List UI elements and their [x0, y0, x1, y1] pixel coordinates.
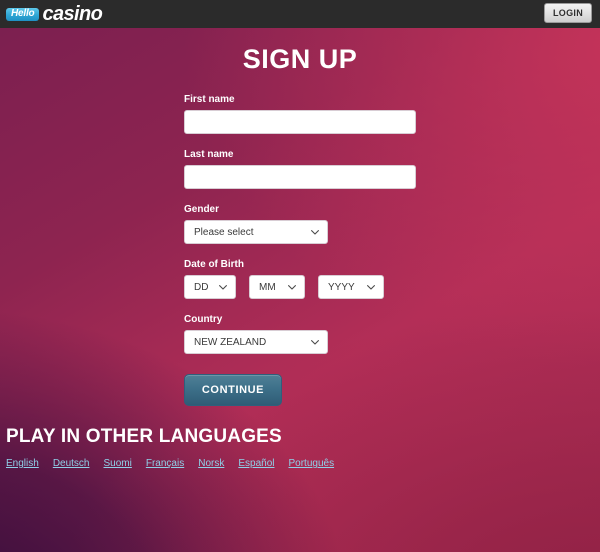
dob-year-select[interactable]: YYYY — [318, 275, 384, 299]
main-content: SIGN UP First name Last name Gender Plea… — [0, 28, 600, 406]
chevron-down-icon — [219, 285, 227, 290]
language-link-english[interactable]: English — [6, 458, 39, 469]
country-label: Country — [184, 314, 223, 325]
other-languages-section: PLAY IN OTHER LANGUAGES English Deutsch … — [6, 427, 334, 469]
date-of-birth-label: Date of Birth — [184, 259, 244, 270]
chevron-down-icon — [288, 285, 296, 290]
logo-badge-hello: Hello — [6, 7, 40, 21]
last-name-label: Last name — [184, 149, 234, 160]
field-last-name: Last name — [184, 149, 416, 189]
other-languages-heading: PLAY IN OTHER LANGUAGES — [6, 426, 282, 447]
first-name-input[interactable] — [184, 110, 416, 134]
dob-month-select[interactable]: MM — [249, 275, 305, 299]
last-name-input[interactable] — [184, 165, 416, 189]
gender-select[interactable]: Please select — [184, 220, 328, 244]
language-link-suomi[interactable]: Suomi — [104, 458, 132, 469]
site-header: Hello casino LOGIN — [0, 0, 600, 28]
signup-page: Hello casino LOGIN SIGN UP First name La… — [0, 0, 600, 552]
logo-text-casino: casino — [42, 3, 103, 25]
first-name-label: First name — [184, 94, 235, 105]
continue-button[interactable]: CONTINUE — [184, 374, 282, 406]
chevron-down-icon — [311, 340, 319, 345]
dob-year-value: YYYY — [328, 282, 355, 293]
language-link-francais[interactable]: Français — [146, 458, 184, 469]
dob-month-value: MM — [259, 282, 276, 293]
chevron-down-icon — [311, 230, 319, 235]
field-first-name: First name — [184, 94, 416, 134]
field-gender: Gender Please select — [184, 204, 416, 244]
dob-day-select[interactable]: DD — [184, 275, 236, 299]
page-title: SIGN UP — [242, 44, 358, 74]
signup-form: First name Last name Gender Please selec… — [184, 94, 416, 406]
language-link-espanol[interactable]: Español — [238, 458, 274, 469]
country-select[interactable]: NEW ZEALAND — [184, 330, 328, 354]
language-link-portugues[interactable]: Português — [288, 458, 334, 469]
chevron-down-icon — [367, 285, 375, 290]
login-button[interactable]: LOGIN — [544, 3, 592, 23]
field-country: Country NEW ZEALAND — [184, 314, 416, 354]
field-date-of-birth: Date of Birth DD MM YYYY — [184, 259, 416, 299]
site-logo[interactable]: Hello casino — [6, 2, 103, 26]
language-links: English Deutsch Suomi Français Norsk Esp… — [6, 458, 334, 469]
gender-label: Gender — [184, 204, 220, 215]
country-selected-value: NEW ZEALAND — [194, 337, 267, 348]
gender-selected-value: Please select — [194, 227, 254, 238]
dob-day-value: DD — [194, 282, 209, 293]
language-link-norsk[interactable]: Norsk — [198, 458, 224, 469]
language-link-deutsch[interactable]: Deutsch — [53, 458, 90, 469]
date-of-birth-row: DD MM YYYY — [184, 275, 416, 299]
